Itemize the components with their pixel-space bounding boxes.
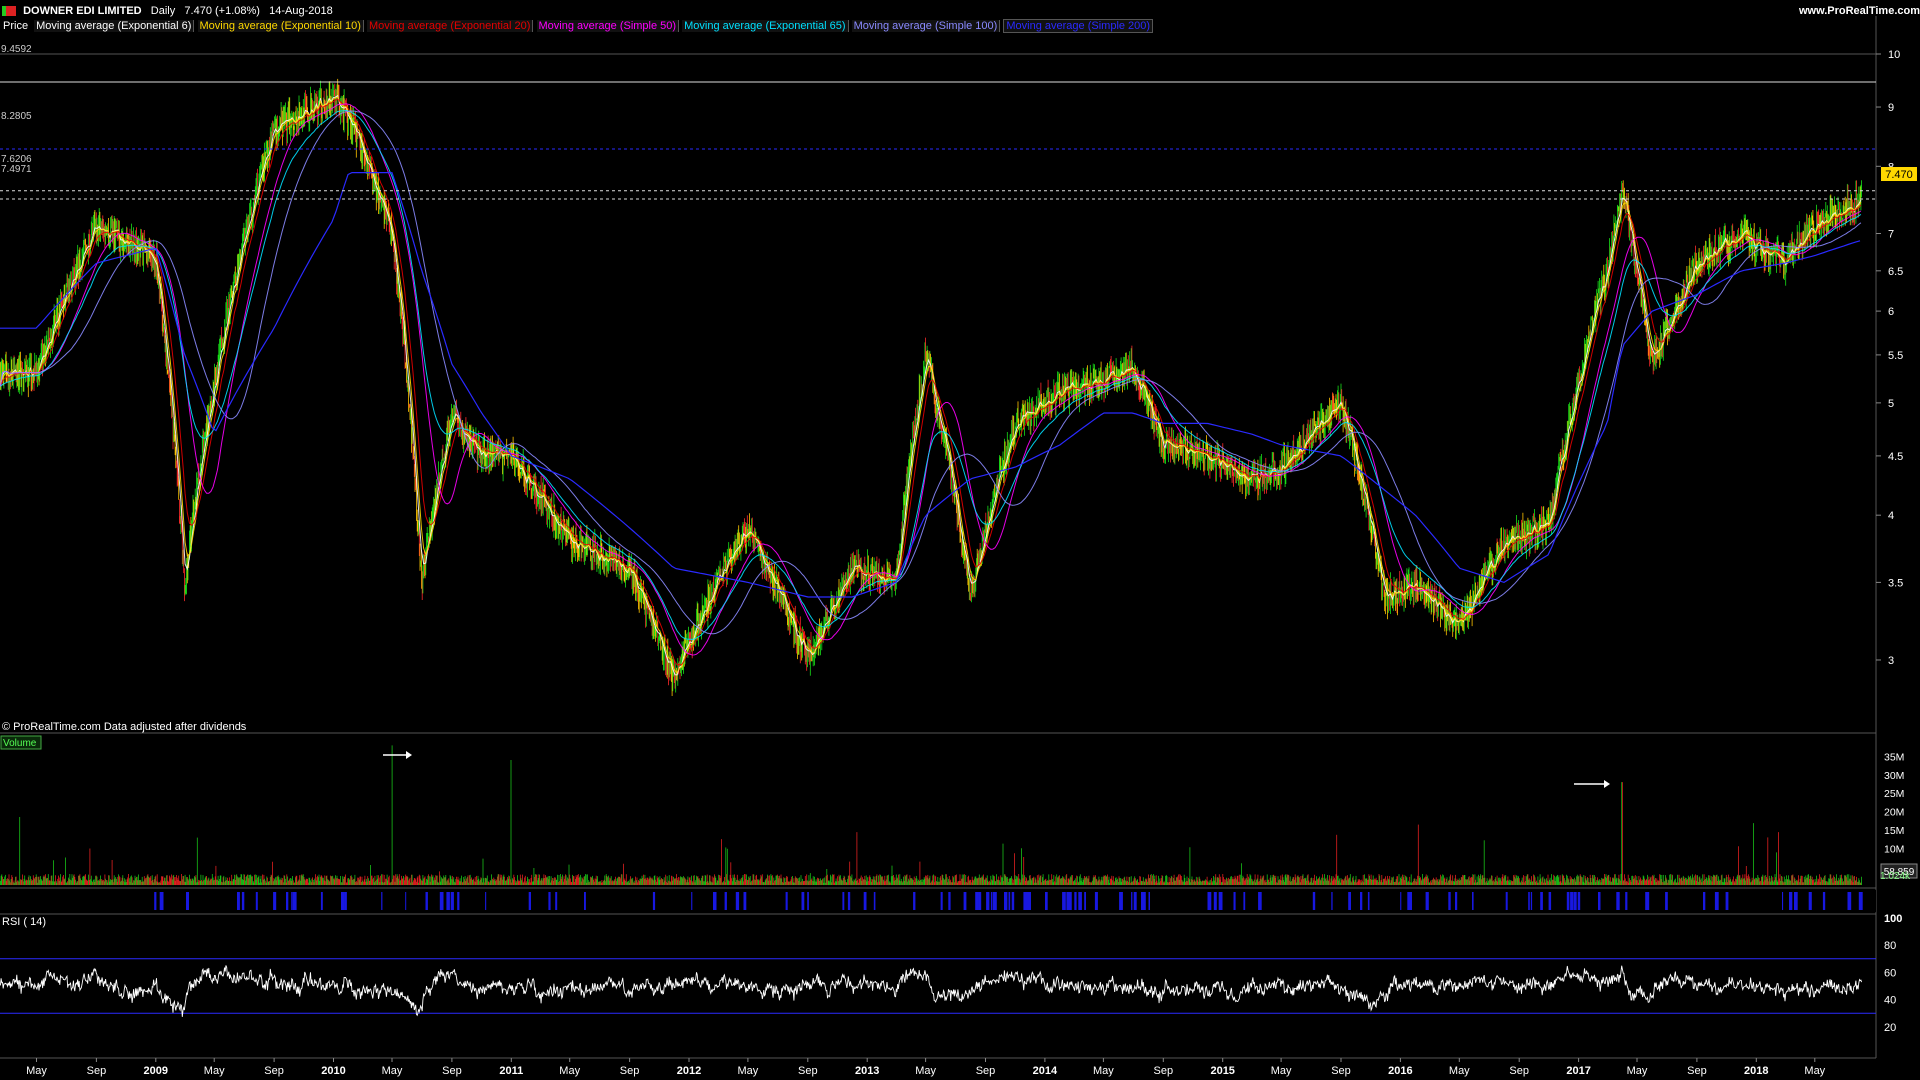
price-tick-label: 3.5 xyxy=(1888,577,1903,589)
price-tick-label: 9 xyxy=(1888,102,1894,114)
price-tick-label: 7 xyxy=(1888,229,1894,241)
price-tick-label: 5.5 xyxy=(1888,350,1903,362)
price-tick-label: 6.5 xyxy=(1888,266,1903,278)
price-tick-label: 6 xyxy=(1888,306,1894,318)
price-tick-label: 10 xyxy=(1888,49,1900,61)
chart-canvas[interactable]: 33.544.555.566.578910 5.000k10M15M20M25M… xyxy=(0,0,1920,1080)
price-tick-label: 3 xyxy=(1888,655,1894,667)
price-tick-label: 4.5 xyxy=(1888,451,1903,463)
price-tick-label: 4 xyxy=(1888,510,1894,522)
price-tick-label: 5 xyxy=(1888,398,1894,410)
